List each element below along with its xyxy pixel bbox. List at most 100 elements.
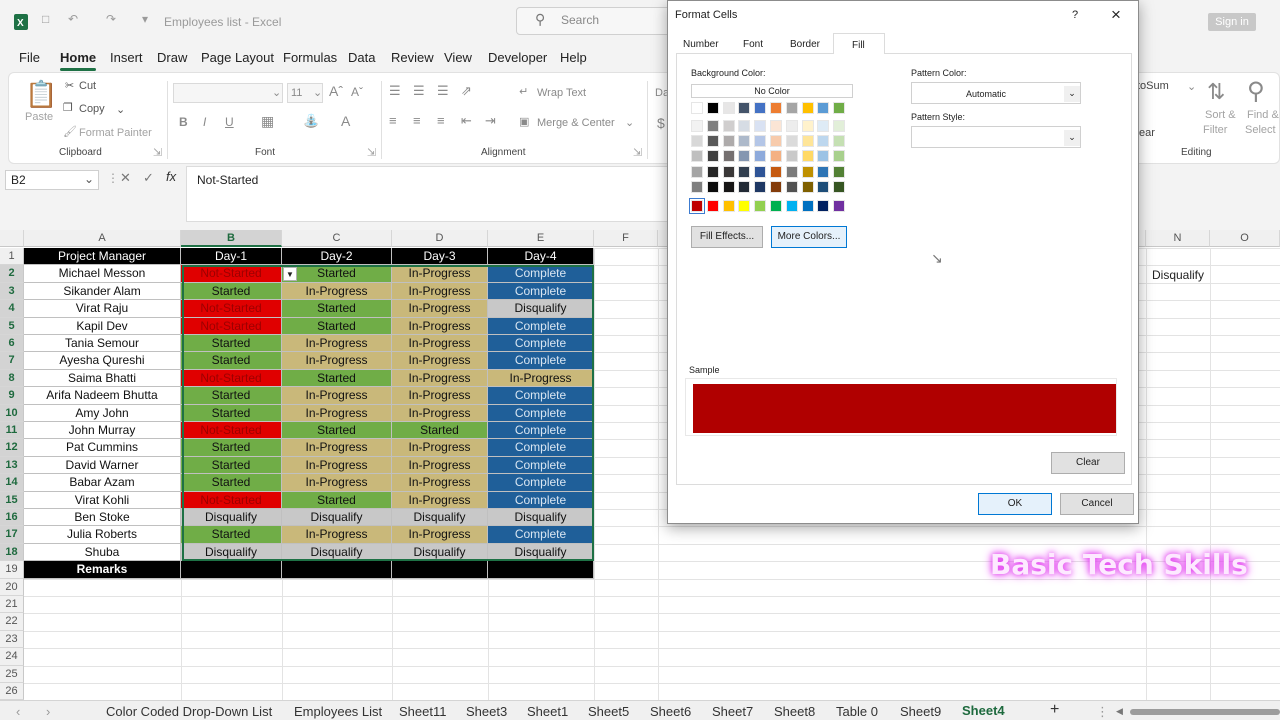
row-header[interactable]: 7 — [0, 352, 24, 370]
format-painter-icon[interactable]: 🖌 — [63, 125, 77, 138]
sheet-tab-sheet1[interactable]: Sheet1 — [527, 704, 568, 719]
wrap-text-button[interactable]: Wrap Text — [537, 87, 586, 99]
status-cell-complete[interactable]: Complete — [488, 265, 594, 283]
status-cell-started[interactable]: Started — [181, 335, 282, 353]
horizontal-scrollbar[interactable] — [1130, 709, 1280, 715]
remarks-cell[interactable] — [282, 561, 392, 579]
font-launcher-icon[interactable]: ⇲ — [367, 146, 376, 159]
manager-name-cell[interactable]: Virat Kohli — [24, 491, 181, 509]
bold-icon[interactable]: B — [179, 115, 188, 129]
status-cell-disqualify[interactable]: Disqualify — [181, 509, 282, 527]
manager-name-cell[interactable]: Saima Bhatti — [24, 369, 181, 388]
tab-home[interactable]: Home — [60, 50, 97, 71]
manager-name-cell[interactable]: Amy John — [24, 404, 181, 422]
row-header[interactable]: 2 — [0, 265, 24, 283]
status-cell-started[interactable]: Started — [181, 352, 282, 370]
cut-icon[interactable]: ✂ — [65, 79, 74, 92]
theme-color-swatch[interactable] — [801, 102, 814, 114]
standard-color-swatch[interactable] — [785, 200, 798, 212]
column-header-b[interactable]: B — [181, 230, 282, 247]
sheet-tab-sheet9[interactable]: Sheet9 — [900, 704, 941, 719]
row-header[interactable]: 10 — [0, 404, 24, 422]
sheet-tab-sheet3[interactable]: Sheet3 — [466, 704, 507, 719]
wrap-text-icon[interactable]: ↵ — [519, 85, 528, 98]
theme-color-swatch[interactable] — [801, 180, 814, 193]
clear-button[interactable]: Clear — [1051, 452, 1125, 474]
row-header[interactable]: 11 — [0, 422, 24, 440]
select-all-corner[interactable] — [0, 230, 24, 247]
theme-color-swatch[interactable] — [801, 165, 814, 178]
top-align-icon[interactable]: ☰ — [389, 83, 401, 99]
theme-color-swatch[interactable] — [817, 180, 830, 193]
theme-color-swatch[interactable] — [754, 120, 767, 132]
row-header[interactable]: 9 — [0, 387, 24, 405]
manager-name-cell[interactable]: David Warner — [24, 456, 181, 475]
close-icon[interactable]: × — [1111, 5, 1121, 25]
tab-help[interactable]: Help — [560, 50, 587, 65]
grow-font-icon[interactable]: Aˆ — [329, 83, 343, 99]
theme-color-swatch[interactable] — [817, 102, 830, 114]
status-cell-started[interactable]: Started — [181, 282, 282, 301]
theme-color-swatch[interactable] — [801, 150, 814, 163]
row-header[interactable]: 21 — [0, 596, 24, 614]
row-header[interactable]: 8 — [0, 369, 24, 388]
status-cell-in-progress[interactable]: In-Progress — [392, 474, 488, 492]
row-header[interactable]: 16 — [0, 509, 24, 527]
standard-color-swatch[interactable] — [801, 200, 814, 212]
column-header-f[interactable]: F — [594, 230, 658, 247]
manager-name-cell[interactable]: Kapil Dev — [24, 317, 181, 335]
status-cell-in-progress[interactable]: In-Progress — [392, 282, 488, 301]
theme-color-swatch[interactable] — [691, 102, 703, 114]
theme-color-swatch[interactable] — [738, 120, 751, 132]
manager-name-cell[interactable]: Shuba — [24, 543, 181, 562]
tab-developer[interactable]: Developer — [488, 50, 547, 65]
theme-color-swatch[interactable] — [691, 180, 703, 193]
theme-color-swatch[interactable] — [833, 120, 846, 132]
manager-name-cell[interactable]: Ayesha Qureshi — [24, 352, 181, 370]
status-cell-in-progress[interactable]: In-Progress — [392, 439, 488, 457]
status-cell-complete[interactable]: Complete — [488, 317, 594, 335]
theme-color-swatch[interactable] — [785, 102, 798, 114]
standard-color-swatch[interactable] — [833, 200, 846, 212]
row-header[interactable]: 12 — [0, 439, 24, 457]
copy-icon[interactable]: ❐ — [63, 101, 73, 114]
status-cell-in-progress[interactable]: In-Progress — [282, 387, 392, 405]
status-cell-in-progress[interactable]: In-Progress — [282, 474, 392, 492]
redo-icon[interactable]: ↷ — [106, 12, 116, 26]
more-colors-button[interactable]: More Colors... — [771, 226, 847, 248]
theme-color-swatch[interactable] — [706, 102, 719, 114]
insert-function-icon[interactable]: fx — [166, 169, 176, 184]
status-cell-in-progress[interactable]: In-Progress — [488, 369, 594, 388]
paste-icon[interactable]: 📋 — [25, 79, 57, 110]
theme-color-swatch[interactable] — [833, 180, 846, 193]
column-header-o[interactable]: O — [1210, 230, 1280, 247]
theme-color-swatch[interactable] — [754, 165, 767, 178]
theme-color-swatch[interactable] — [833, 165, 846, 178]
manager-name-cell[interactable]: Tania Semour — [24, 335, 181, 353]
increase-indent-icon[interactable]: ⇥ — [485, 113, 496, 129]
ok-button[interactable]: OK — [978, 493, 1052, 515]
status-cell-started[interactable]: Started — [282, 265, 392, 283]
dialog-tab-number[interactable]: Number — [683, 39, 719, 50]
confirm-entry-icon[interactable]: ✓ — [143, 170, 154, 186]
theme-color-swatch[interactable] — [706, 165, 719, 178]
status-cell-complete[interactable]: Complete — [488, 439, 594, 457]
status-cell-started[interactable]: Started — [282, 369, 392, 388]
theme-color-swatch[interactable] — [738, 102, 751, 114]
theme-color-swatch[interactable] — [785, 180, 798, 193]
theme-color-swatch[interactable] — [738, 135, 751, 148]
theme-color-swatch[interactable] — [754, 150, 767, 163]
standard-color-swatch[interactable] — [689, 198, 705, 214]
prev-sheet-icon[interactable]: ‹ — [16, 704, 20, 719]
row-header[interactable]: 4 — [0, 300, 24, 318]
theme-color-swatch[interactable] — [770, 135, 782, 148]
status-cell-in-progress[interactable]: In-Progress — [282, 456, 392, 475]
autosum-chevron-icon[interactable]: ⌄ — [1187, 80, 1196, 93]
status-cell-in-progress[interactable]: In-Progress — [392, 387, 488, 405]
status-cell-in-progress[interactable]: In-Progress — [392, 317, 488, 335]
find-button[interactable]: Find & — [1247, 109, 1279, 121]
theme-color-swatch[interactable] — [833, 135, 846, 148]
row-header[interactable]: 13 — [0, 456, 24, 475]
theme-color-swatch[interactable] — [817, 150, 830, 163]
paste-label[interactable]: Paste — [25, 111, 53, 123]
